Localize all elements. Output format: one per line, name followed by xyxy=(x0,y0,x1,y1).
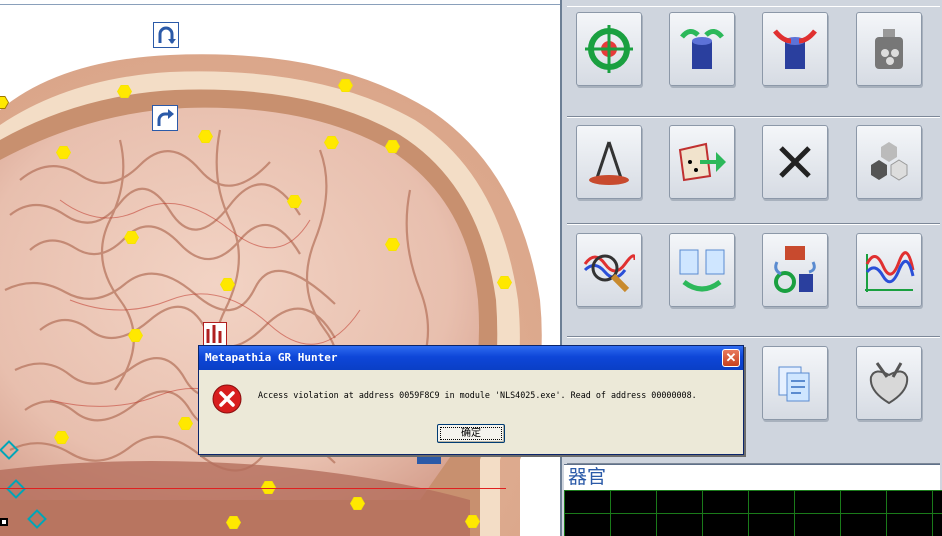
insert-tool-button[interactable] xyxy=(762,12,828,86)
remedy-transfer-icon xyxy=(774,246,816,293)
dialog-title: Metapathia GR Hunter xyxy=(205,351,338,364)
organ-icon xyxy=(206,325,222,343)
cells-tool-button[interactable] xyxy=(856,125,922,199)
graph-tool-button[interactable] xyxy=(856,233,922,307)
compass-drawing-icon xyxy=(589,141,629,185)
cylinder-arrows-out-icon xyxy=(680,29,724,69)
magnifier-wave-icon xyxy=(583,254,635,293)
cylinder-device-icon xyxy=(875,29,903,69)
error-message: Access violation at address 0059F8C9 in … xyxy=(258,390,697,400)
rotate-up-button[interactable] xyxy=(153,22,179,48)
clipboard-swap-icon xyxy=(679,249,725,292)
heart-tool-button[interactable] xyxy=(856,346,922,420)
organ-label: 器官 xyxy=(564,464,940,490)
brain-image-panel[interactable] xyxy=(0,0,562,536)
transfer-tool-button[interactable] xyxy=(762,233,828,307)
signal-grid xyxy=(564,490,942,536)
close-x-icon xyxy=(779,146,811,178)
heart-anatomy-icon xyxy=(869,362,909,405)
analyze-tool-button[interactable] xyxy=(576,233,642,307)
measure-tool-button[interactable] xyxy=(576,125,642,199)
u-turn-arrow-icon xyxy=(158,26,176,44)
crosshair-target-icon xyxy=(585,25,633,73)
extract-tool-button[interactable] xyxy=(669,12,735,86)
tool-panel xyxy=(562,0,942,536)
device-tool-button[interactable] xyxy=(856,12,922,86)
waveform-graph-icon xyxy=(865,251,915,292)
organ-thumbnail[interactable] xyxy=(203,322,227,346)
close-tool-button[interactable] xyxy=(762,125,828,199)
close-icon: ✕ xyxy=(725,350,737,365)
hexagon-cells-icon xyxy=(871,142,908,181)
map-arrow-icon xyxy=(678,142,726,182)
error-dialog: Metapathia GR Hunter ✕ Access violation … xyxy=(198,345,744,455)
ok-button[interactable]: 确定 xyxy=(437,424,505,443)
cylinder-arrows-in-icon xyxy=(773,29,817,69)
error-icon xyxy=(212,384,242,414)
brain-illustration xyxy=(0,54,542,536)
dialog-close-button[interactable]: ✕ xyxy=(722,349,740,367)
scan-line xyxy=(0,488,506,489)
report-tool-button[interactable] xyxy=(762,346,828,420)
curved-arrow-icon xyxy=(157,109,174,126)
dialog-title-bar[interactable]: Metapathia GR Hunter xyxy=(199,346,743,370)
rotate-right-button[interactable] xyxy=(152,105,178,131)
square-marker[interactable] xyxy=(0,518,8,526)
map-tool-button[interactable] xyxy=(669,125,735,199)
target-tool-button[interactable] xyxy=(576,12,642,86)
compare-tool-button[interactable] xyxy=(669,233,735,307)
documents-icon xyxy=(778,366,810,402)
